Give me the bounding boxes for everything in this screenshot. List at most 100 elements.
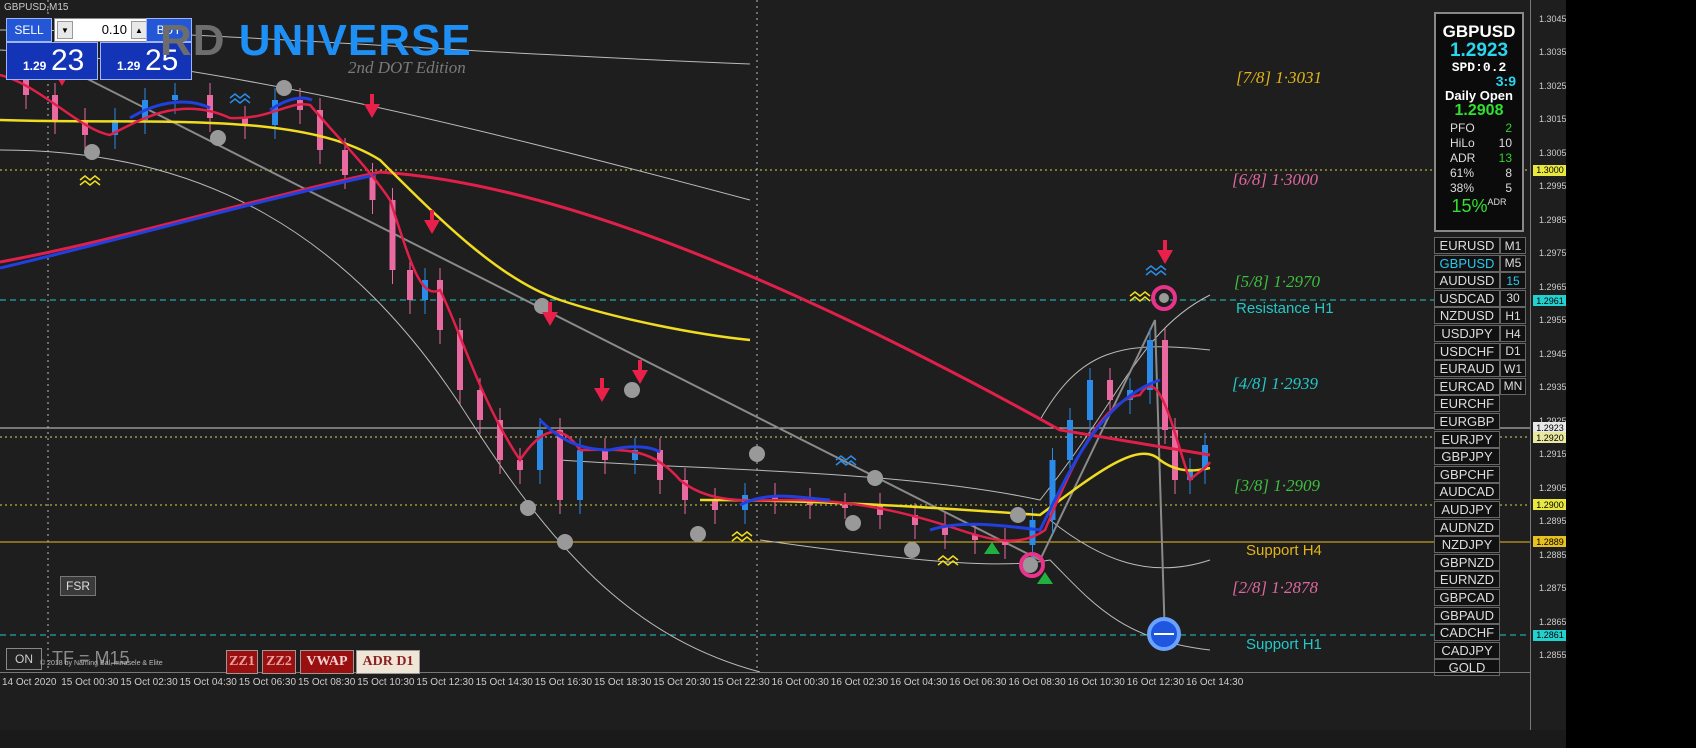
info-daily-open-label: Daily Open bbox=[1445, 88, 1513, 103]
sell-arrow-stem bbox=[370, 94, 374, 104]
pivot-dot bbox=[1010, 507, 1026, 523]
pivot-dot bbox=[845, 515, 861, 531]
sell-arrow-stem bbox=[548, 302, 552, 312]
symbol-button-audjpy[interactable]: AUDJPY bbox=[1434, 501, 1500, 518]
symbol-button-eurchf[interactable]: EURCHF bbox=[1434, 395, 1500, 413]
timeframe-button-d1[interactable]: D1 bbox=[1500, 342, 1526, 360]
wave-signal-icon bbox=[731, 531, 753, 542]
indicator-button-vwap[interactable]: VWAP bbox=[300, 650, 354, 674]
candle-body bbox=[1162, 340, 1168, 430]
murrey-level-3: [4/8] 1·2939 bbox=[1232, 374, 1318, 393]
symbol-button-eurgbp[interactable]: EURGBP bbox=[1434, 413, 1500, 430]
candle-body bbox=[577, 450, 583, 500]
timeframe-button-w1[interactable]: W1 bbox=[1500, 360, 1526, 378]
symbol-button-eurcad[interactable]: EURCAD bbox=[1434, 377, 1500, 395]
symbol-button-gbpaud[interactable]: GBPAUD bbox=[1434, 606, 1500, 624]
symbol-info-box: GBPUSD 1.2923 SPD:0.2 3:9 Daily Open 1.2… bbox=[1434, 12, 1524, 232]
indicator-button-zz1[interactable]: ZZ1 bbox=[226, 650, 258, 674]
pivot-dot bbox=[84, 144, 100, 160]
resistance-h1-label: Resistance H1 bbox=[1236, 300, 1334, 317]
price-tick: 1.2865 bbox=[1539, 616, 1567, 627]
band-line bbox=[759, 539, 1211, 651]
on-toggle-button[interactable]: ON bbox=[6, 648, 42, 670]
timeframe-button-mn[interactable]: MN bbox=[1500, 377, 1526, 395]
support-h4-label: Support H4 bbox=[1246, 542, 1322, 559]
murrey-level-5: [2/8] 1·2878 bbox=[1232, 578, 1318, 597]
symbol-button-gbpjpy[interactable]: GBPJPY bbox=[1434, 448, 1500, 466]
buy-price-small: 1.29 bbox=[117, 59, 141, 73]
sell-price-button[interactable]: 1.29 23 bbox=[6, 42, 98, 80]
time-tick: 16 Oct 14:30 bbox=[1186, 677, 1244, 688]
info-daily-open: 1.2908 bbox=[1454, 102, 1504, 119]
symbol-button-gbpchf[interactable]: GBPCHF bbox=[1434, 465, 1500, 483]
lot-decrease-icon[interactable]: ▼ bbox=[57, 21, 73, 39]
candle-body bbox=[712, 500, 718, 510]
lot-size-field[interactable]: ▼ 0.10 ▲ bbox=[54, 18, 150, 42]
timeframe-button-h1[interactable]: H1 bbox=[1500, 307, 1526, 325]
timeframe-button-h4[interactable]: H4 bbox=[1500, 325, 1526, 342]
symbol-button-cadchf[interactable]: CADCHF bbox=[1434, 624, 1500, 642]
time-tick: 16 Oct 04:30 bbox=[890, 677, 948, 688]
price-axis[interactable]: 1.3045 1.3035 1.3025 1.3015 1.3005 1.2995 1.29… bbox=[1530, 0, 1567, 730]
pivot-dot bbox=[867, 470, 883, 486]
symbol-button-usdchf[interactable]: USDCHF bbox=[1434, 342, 1500, 360]
timeframe-button-m5[interactable]: M5 bbox=[1500, 254, 1526, 272]
symbol-button-cadjpy[interactable]: CADJPY bbox=[1434, 641, 1500, 659]
time-tick: 16 Oct 00:30 bbox=[771, 677, 829, 688]
chart-area[interactable] bbox=[0, 0, 1660, 730]
time-tick: 16 Oct 06:30 bbox=[949, 677, 1007, 688]
lot-size-value: 0.10 bbox=[101, 22, 127, 37]
symbol-button-audnzd[interactable]: AUDNZD bbox=[1434, 518, 1500, 536]
time-tick: 15 Oct 04:30 bbox=[179, 677, 237, 688]
murrey-level-0: [7/8] 1·3031 bbox=[1236, 68, 1322, 87]
symbol-button-gbpcad[interactable]: GBPCAD bbox=[1434, 589, 1500, 606]
ma-yellow bbox=[0, 118, 751, 342]
lot-increase-icon[interactable]: ▲ bbox=[131, 21, 147, 39]
symbol-button-gbpnzd[interactable]: GBPNZD bbox=[1434, 553, 1500, 571]
fsr-button[interactable]: FSR bbox=[60, 576, 96, 596]
symbol-button-audusd[interactable]: AUDUSD bbox=[1434, 272, 1500, 290]
price-tag: 1.3000 bbox=[1533, 164, 1567, 176]
info-row: PFO 2 bbox=[1450, 121, 1512, 135]
price-tick: 1.2975 bbox=[1539, 248, 1567, 259]
timeframe-button-m1[interactable]: M1 bbox=[1500, 237, 1526, 254]
window-margin bbox=[1566, 0, 1696, 748]
symbol-button-nzdusd[interactable]: NZDUSD bbox=[1434, 307, 1500, 325]
price-tick: 1.2895 bbox=[1539, 516, 1567, 527]
timeframe-button-15[interactable]: 15 bbox=[1500, 272, 1526, 290]
copyright-text: © 2018 by Naming Bal, mirasele & Elite bbox=[40, 660, 163, 667]
symbol-button-gbpusd[interactable]: GBPUSD bbox=[1434, 254, 1500, 272]
candle-body bbox=[1067, 420, 1073, 460]
indicator-button-adr-d1[interactable]: ADR D1 bbox=[356, 650, 420, 674]
symbol-button-audcad[interactable]: AUDCAD bbox=[1434, 483, 1500, 501]
symbol-button-usdcad[interactable]: USDCAD bbox=[1434, 289, 1500, 307]
brand-subtitle: 2nd DOT Edition bbox=[348, 58, 466, 77]
sell-button[interactable]: SELL bbox=[6, 18, 52, 42]
price-tag: 1.2861 bbox=[1533, 629, 1567, 641]
time-axis[interactable]: 14 Oct 2020 15 Oct 00:30 15 Oct 02:30 15 Oc… bbox=[0, 672, 1530, 693]
time-tick: 16 Oct 08:30 bbox=[1008, 677, 1066, 688]
symbol-button-eurusd[interactable]: EURUSD bbox=[1434, 237, 1500, 254]
symbol-button-usdjpy[interactable]: USDJPY bbox=[1434, 325, 1500, 342]
indicator-button-zz2[interactable]: ZZ2 bbox=[262, 650, 296, 674]
info-adr-percent: 15%ADR bbox=[1451, 196, 1507, 216]
sell-arrow-icon bbox=[594, 388, 610, 402]
buy-arrow-icon bbox=[984, 542, 1000, 554]
wave-signal-icon bbox=[835, 455, 857, 466]
symbol-button-nzdjpy[interactable]: NZDJPY bbox=[1434, 536, 1500, 554]
wave-signal-icon bbox=[79, 175, 101, 186]
price-chart[interactable] bbox=[0, 0, 1530, 672]
window-title: GBPUSD,M15 bbox=[4, 2, 69, 13]
symbol-button-euraud[interactable]: EURAUD bbox=[1434, 360, 1500, 378]
pivot-dot bbox=[276, 80, 292, 96]
symbol-button-eurnzd[interactable]: EURNZD bbox=[1434, 571, 1500, 589]
timeframe-button-30[interactable]: 30 bbox=[1500, 289, 1526, 307]
price-tick: 1.2855 bbox=[1539, 650, 1567, 660]
time-tick: 16 Oct 10:30 bbox=[1067, 677, 1125, 688]
symbol-button-eurjpy[interactable]: EURJPY bbox=[1434, 430, 1500, 448]
pivot-dot bbox=[690, 526, 706, 542]
sell-arrow-stem bbox=[430, 210, 434, 220]
info-row: 61% 8 bbox=[1450, 166, 1512, 180]
info-row: ADR 13 bbox=[1450, 151, 1512, 165]
pivot-dot bbox=[210, 130, 226, 146]
